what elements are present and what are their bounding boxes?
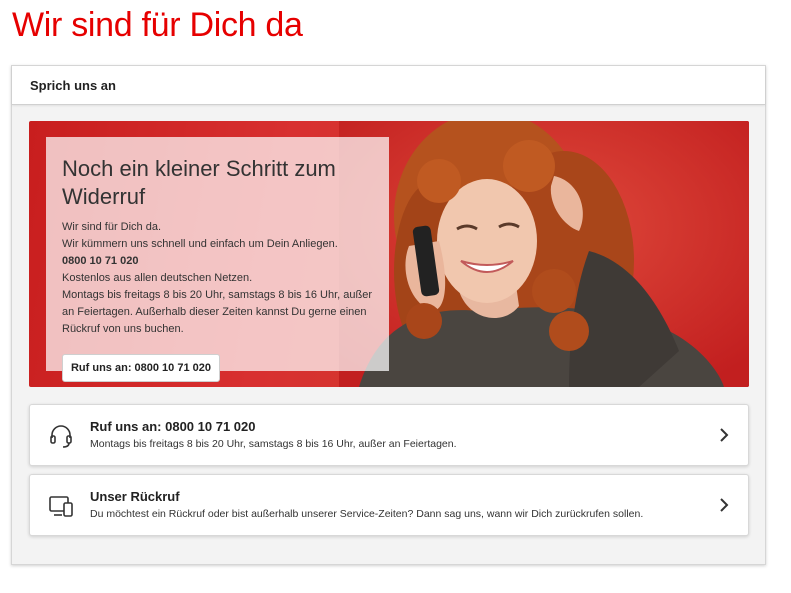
contact-panel: Sprich uns an Noch ein kleiner Schritt z… bbox=[11, 65, 766, 565]
hero-line-1: Wir sind für Dich da. bbox=[62, 221, 162, 233]
card-title: Unser Rückruf bbox=[90, 489, 180, 504]
call-us-button[interactable]: Ruf uns an: 0800 10 71 020 bbox=[62, 354, 220, 382]
call-us-card[interactable]: Ruf uns an: 0800 10 71 020 Montags bis f… bbox=[29, 404, 749, 466]
woman-on-phone-photo bbox=[339, 121, 749, 387]
chevron-right-icon bbox=[720, 428, 729, 442]
hero-title: Noch ein kleiner Schritt zum Widerruf bbox=[62, 156, 336, 209]
hero-text: Wir sind für Dich da. Wir kümmern uns sc… bbox=[62, 219, 382, 338]
card-subtitle: Du möchtest ein Rückruf oder bist außerh… bbox=[90, 508, 644, 520]
panel-header: Sprich uns an bbox=[12, 66, 765, 105]
chevron-right-icon bbox=[720, 498, 729, 512]
hero-line-2: Wir kümmern uns schnell und einfach um D… bbox=[62, 238, 338, 250]
hero-line-4: Montags bis freitags 8 bis 20 Uhr, samst… bbox=[62, 289, 372, 335]
page-title: Wir sind für Dich da bbox=[12, 6, 303, 44]
callback-card[interactable]: Unser Rückruf Du möchtest ein Rückruf od… bbox=[29, 474, 749, 536]
headset-icon bbox=[50, 425, 72, 448]
hero-phone-number: 0800 10 71 020 bbox=[62, 255, 139, 267]
card-title: Ruf uns an: 0800 10 71 020 bbox=[90, 419, 256, 434]
hero-banner: Noch ein kleiner Schritt zum Widerruf Wi… bbox=[29, 121, 749, 387]
hero-info-box: Noch ein kleiner Schritt zum Widerruf Wi… bbox=[46, 137, 389, 371]
hero-line-3: Kostenlos aus allen deutschen Netzen. bbox=[62, 272, 253, 284]
card-subtitle: Montags bis freitags 8 bis 20 Uhr, samst… bbox=[90, 438, 457, 450]
devices-icon bbox=[49, 496, 73, 517]
